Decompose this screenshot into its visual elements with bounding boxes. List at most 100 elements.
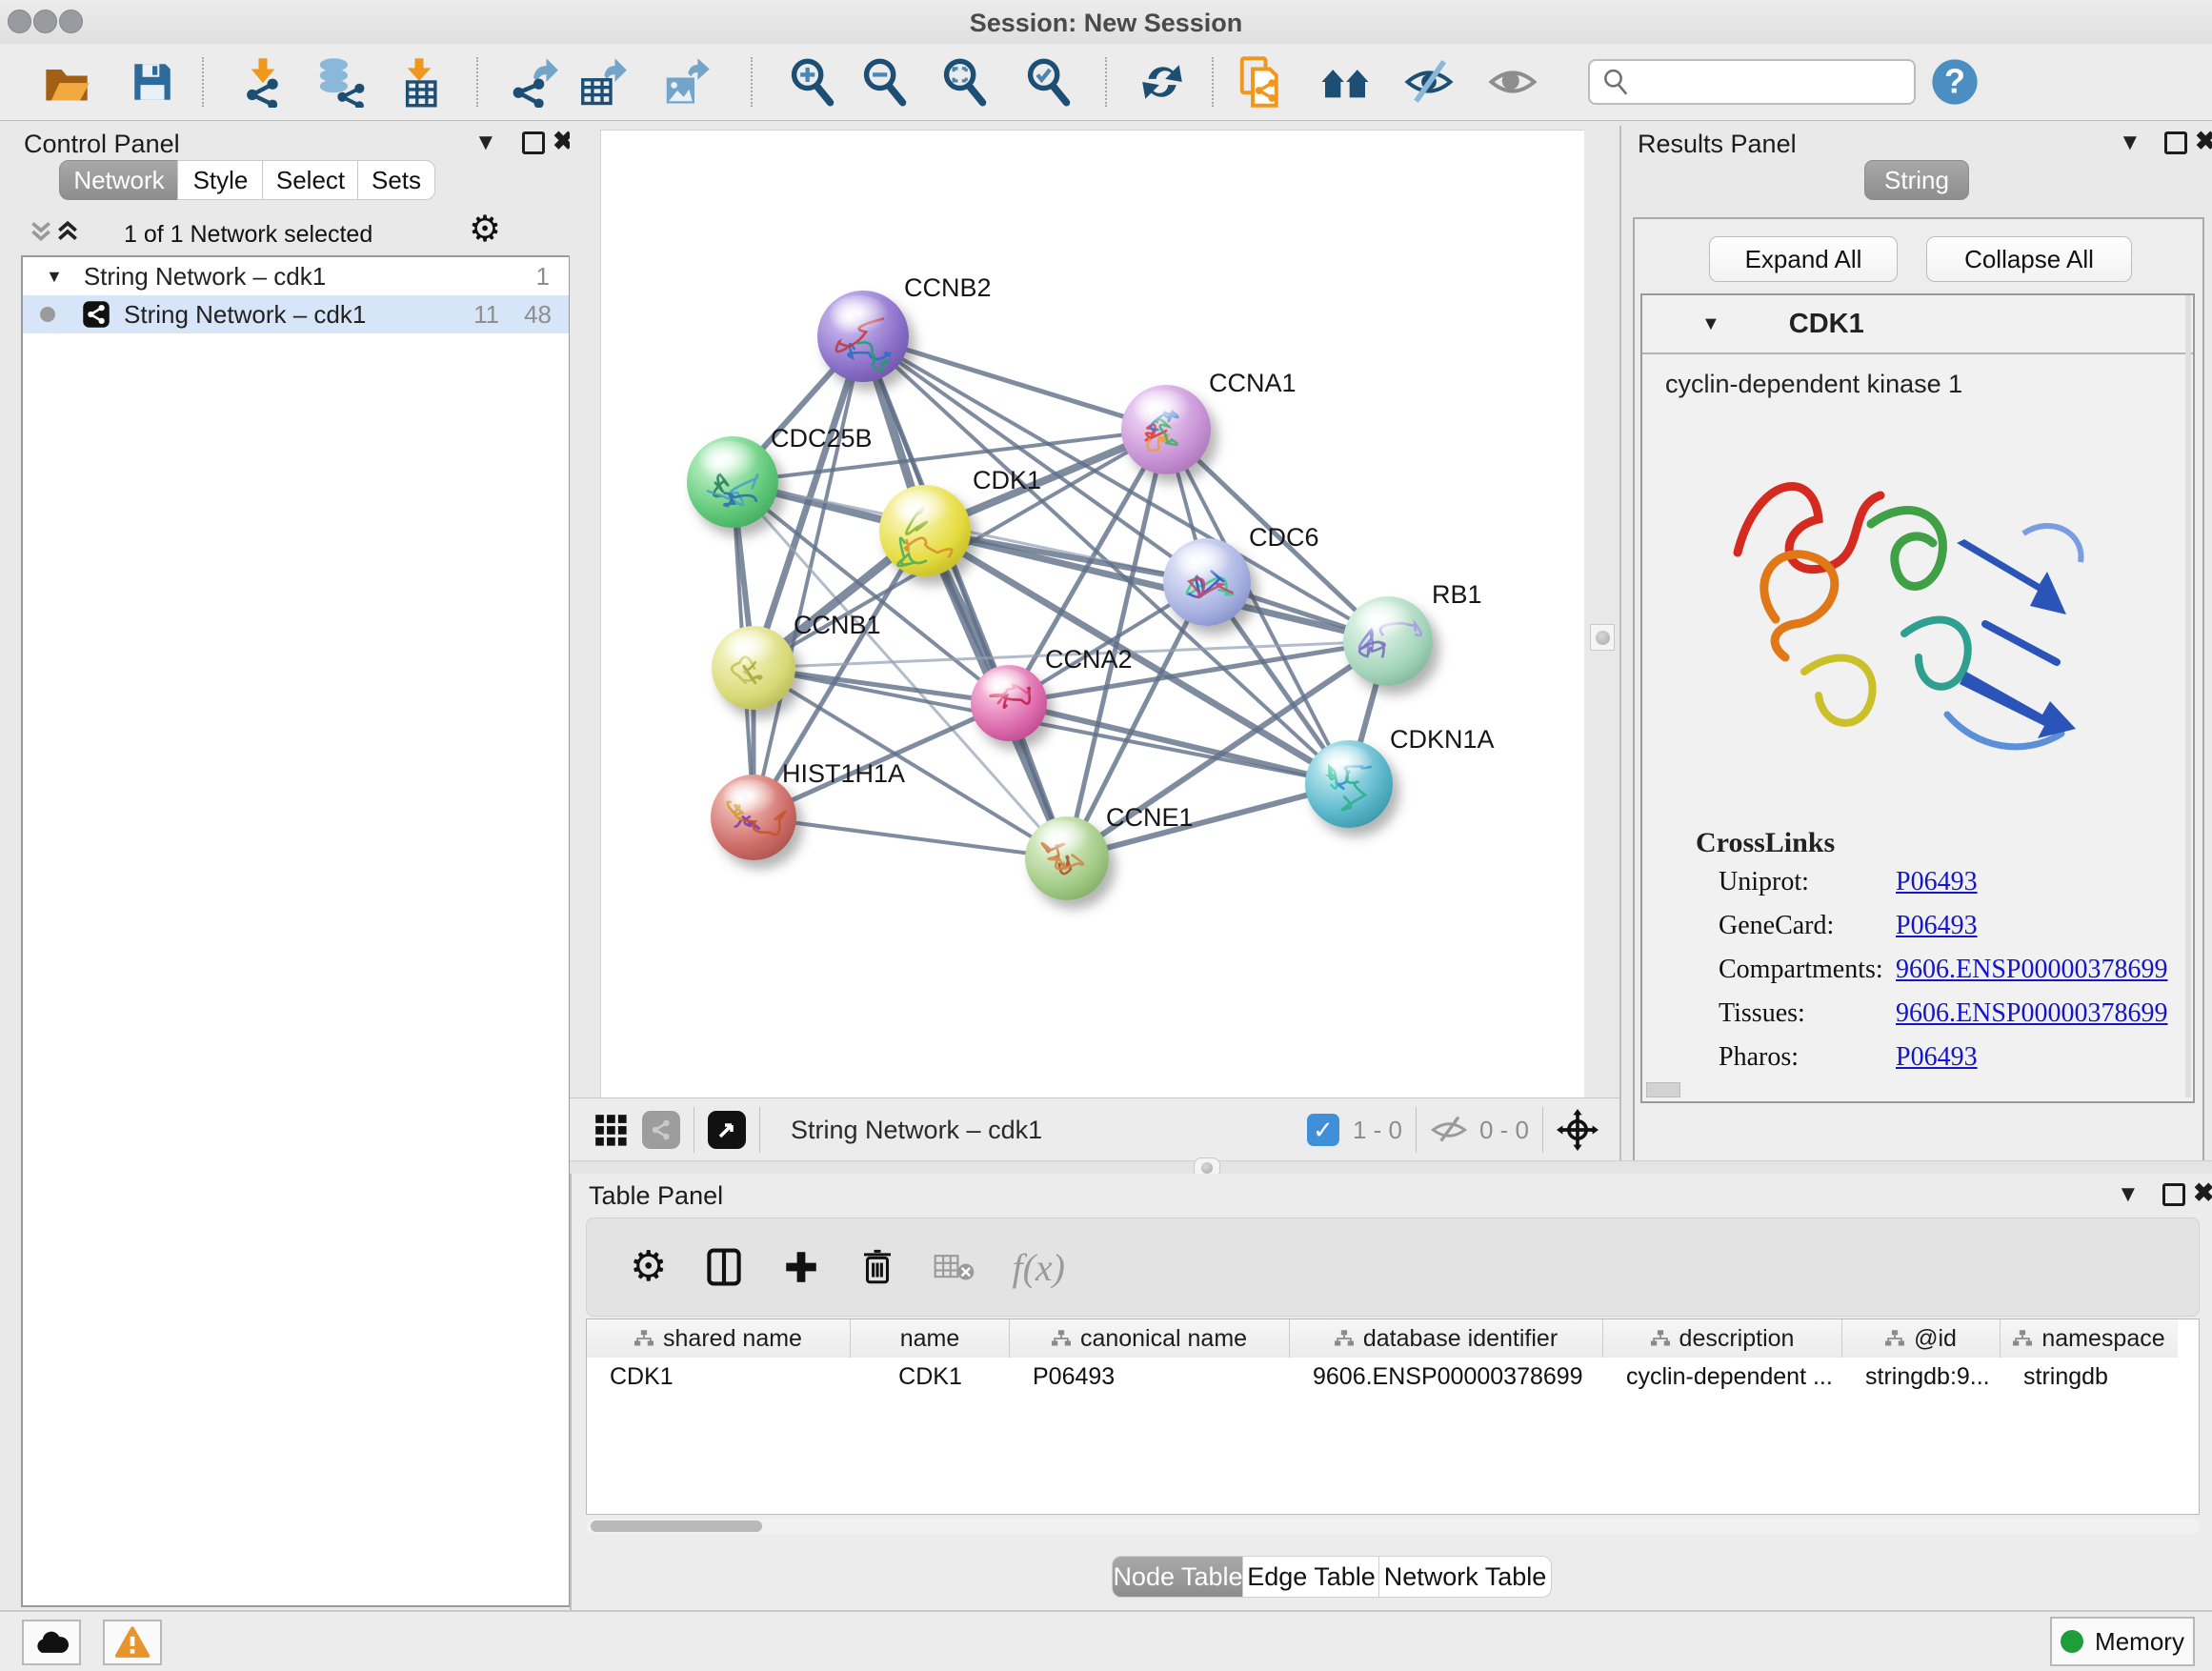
tab-node-table[interactable]: Node Table: [1112, 1556, 1244, 1598]
tab-edge-table[interactable]: Edge Table: [1242, 1556, 1380, 1598]
table-row[interactable]: CDK1 CDK1 P06493 9606.ENSP00000378699 cy…: [587, 1358, 2199, 1396]
cloud-status-button[interactable]: [22, 1620, 81, 1665]
protein-node-ccne1[interactable]: [1025, 816, 1109, 900]
viewbar-separator: [1416, 1107, 1417, 1153]
expand-all-networks-icon[interactable]: [29, 219, 53, 249]
function-builder-fx[interactable]: f(x): [1012, 1245, 1065, 1290]
tab-network[interactable]: Network: [59, 160, 179, 200]
protein-card-header[interactable]: ▼ CDK1: [1642, 295, 2193, 354]
column-header[interactable]: shared name: [587, 1319, 851, 1358]
protein-node-ccnb1[interactable]: [712, 626, 795, 710]
table-horizontal-scrollbar[interactable]: [586, 1519, 2200, 1534]
crosslink-link[interactable]: P06493: [1896, 911, 1978, 941]
protein-node-cdk1[interactable]: [879, 485, 971, 576]
first-neighbors-button[interactable]: [1317, 53, 1374, 111]
tab-sets[interactable]: Sets: [357, 160, 435, 200]
selected-checkbox-icon[interactable]: ✓: [1307, 1114, 1339, 1146]
network-edge[interactable]: [754, 336, 863, 817]
apply-layout-button[interactable]: [1134, 53, 1191, 111]
import-network-from-database-button[interactable]: [311, 53, 368, 111]
expand-all-button[interactable]: Expand All: [1709, 236, 1898, 282]
import-network-button[interactable]: [234, 53, 292, 111]
protein-node-ccnb2[interactable]: [817, 291, 909, 382]
crosslink-link[interactable]: P06493: [1896, 867, 1978, 897]
protein-node-cdc25b[interactable]: [687, 436, 778, 528]
protein-node-ccna2[interactable]: [971, 665, 1047, 741]
column-header[interactable]: name: [851, 1319, 1010, 1358]
results-panel-float-icon[interactable]: [2164, 131, 2187, 154]
delete-table-icon[interactable]: [934, 1250, 975, 1284]
column-header[interactable]: description: [1603, 1319, 1842, 1358]
network-options-gear-icon[interactable]: ⚙: [469, 211, 501, 248]
vertical-splitter-right[interactable]: [1584, 130, 1619, 1097]
protein-node-rb1[interactable]: [1343, 596, 1433, 686]
network-edge[interactable]: [754, 817, 1067, 858]
crosslink-link[interactable]: P06493: [1896, 1042, 1978, 1073]
export-table-button[interactable]: [573, 53, 631, 111]
help-button[interactable]: ?: [1926, 53, 1983, 111]
protein-expander-icon[interactable]: ▼: [1701, 313, 1720, 335]
tab-network-table[interactable]: Network Table: [1378, 1556, 1552, 1598]
collection-count: 1: [536, 262, 550, 292]
warnings-button[interactable]: [103, 1620, 162, 1665]
protein-node-cdkn1a[interactable]: [1305, 740, 1393, 828]
network-row-selected[interactable]: String Network – cdk1 11 48: [23, 295, 569, 333]
column-header[interactable]: database identifier: [1290, 1319, 1603, 1358]
export-image-button[interactable]: [657, 53, 714, 111]
network-badge-icon[interactable]: [642, 1111, 680, 1149]
card-vertical-scrollbar[interactable]: [2185, 295, 2191, 1097]
duplicate-network-button[interactable]: [1233, 53, 1290, 111]
fit-content-crosshair-icon[interactable]: [1557, 1109, 1599, 1151]
viewbar-separator: [1542, 1107, 1543, 1153]
zoom-in-button[interactable]: [783, 53, 840, 111]
crosslink-link[interactable]: 9606.ENSP00000378699: [1896, 955, 2167, 985]
table-settings-gear-icon[interactable]: ⚙: [630, 1246, 667, 1288]
control-panel-menu-icon[interactable]: ▼: [474, 131, 497, 154]
import-table-button[interactable]: [391, 53, 448, 111]
hide-selected-button[interactable]: [1400, 53, 1458, 111]
delete-column-icon[interactable]: [857, 1247, 897, 1287]
show-columns-icon[interactable]: [703, 1246, 745, 1288]
hidden-eye-slash-icon: [1430, 1111, 1468, 1149]
zoom-out-button[interactable]: [855, 53, 913, 111]
zoom-in-icon: [787, 57, 836, 107]
splitter-handle[interactable]: [1590, 624, 1615, 651]
node-label-cdkn1a: CDKN1A: [1390, 725, 1495, 755]
network-canvas[interactable]: CCNB2CCNA1CDC25BCDK1CDC6RB1CCNB1CCNA2CDK…: [600, 130, 1586, 1099]
crosslink-link[interactable]: 9606.ENSP00000378699: [1896, 998, 2167, 1029]
column-header[interactable]: canonical name: [1010, 1319, 1290, 1358]
results-panel-close-icon[interactable]: ✖: [2195, 130, 2212, 152]
column-tree-icon: [1335, 1330, 1354, 1347]
save-session-button[interactable]: [124, 53, 181, 111]
column-header[interactable]: @id: [1842, 1319, 2001, 1358]
tab-style[interactable]: Style: [177, 160, 264, 200]
table-panel-float-icon[interactable]: [2162, 1183, 2185, 1206]
collapse-all-networks-icon[interactable]: [55, 219, 80, 249]
show-all-button[interactable]: [1484, 53, 1541, 111]
memory-button[interactable]: Memory: [2050, 1617, 2195, 1666]
control-panel-float-icon[interactable]: [522, 131, 545, 154]
tab-select[interactable]: Select: [262, 160, 359, 200]
tab-string[interactable]: String: [1864, 160, 1969, 200]
column-header[interactable]: namespace: [2001, 1319, 2178, 1358]
card-horizontal-scrollbar[interactable]: [1646, 1082, 1680, 1097]
birdseye-view-icon[interactable]: [708, 1111, 746, 1149]
add-column-icon[interactable]: [781, 1247, 821, 1287]
network-tree: ▼ String Network – cdk1 1 String Network…: [21, 255, 571, 1607]
network-collection-row[interactable]: ▼ String Network – cdk1 1: [23, 257, 569, 295]
zoom-selected-button[interactable]: [1019, 53, 1076, 111]
sphere-highlight: [1175, 543, 1231, 580]
protein-node-cdc6[interactable]: [1163, 538, 1251, 626]
collapse-all-button[interactable]: Collapse All: [1926, 236, 2132, 282]
grid-view-icon[interactable]: [593, 1112, 629, 1148]
open-session-button[interactable]: [38, 53, 95, 111]
collection-expander-icon[interactable]: ▼: [46, 267, 63, 287]
scrollbar-thumb[interactable]: [591, 1520, 762, 1532]
export-network-button[interactable]: [505, 53, 562, 111]
results-panel-menu-icon[interactable]: ▼: [2119, 131, 2142, 154]
zoom-fit-button[interactable]: [935, 53, 993, 111]
search-input[interactable]: [1638, 68, 1908, 96]
table-panel-menu-icon[interactable]: ▼: [2117, 1183, 2140, 1206]
table-panel-close-icon[interactable]: ✖: [2193, 1181, 2212, 1204]
protein-node-ccna1[interactable]: [1121, 385, 1211, 474]
